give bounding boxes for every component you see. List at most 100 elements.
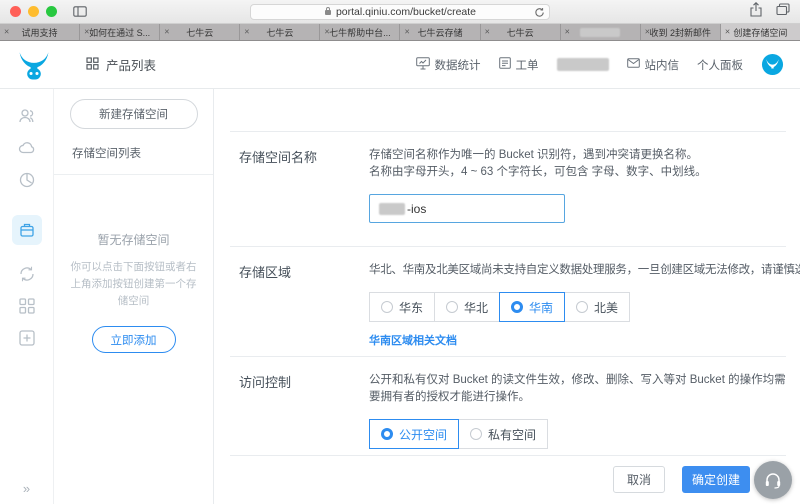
tab-close-icon[interactable]: ×	[164, 27, 169, 37]
radio-icon	[381, 301, 393, 313]
expand-rail-icon[interactable]: »	[23, 481, 30, 496]
nav-personal-panel[interactable]: 个人面板	[697, 57, 743, 73]
chart-monitor-icon	[415, 56, 430, 73]
tab-close-icon[interactable]: ×	[84, 27, 89, 37]
region-doc-link[interactable]: 华南区域相关文档	[369, 332, 457, 348]
nav-site-message[interactable]: 站内信	[626, 57, 680, 73]
redacted-text	[580, 27, 621, 37]
access-option-public[interactable]: 公开空间	[369, 419, 460, 449]
sidebar-toggle-icon[interactable]	[73, 6, 87, 17]
cdn-cloud-icon[interactable]	[12, 135, 42, 161]
cancel-button[interactable]: 取消	[613, 466, 665, 493]
product-list-label: 产品列表	[106, 59, 157, 73]
bucket-list-title: 存储空间列表	[72, 148, 141, 160]
minimize-window-button[interactable]	[28, 6, 39, 17]
bucket-sidebar: 新建存储空间 存储空间列表 暂无存储空间 你可以点击下面按钮或者右上角添加按钮创…	[54, 89, 214, 504]
grid-icon	[86, 56, 99, 73]
region-desc: 华北、华南及北美区域尚未支持自定义数据处理服务，一旦创建区域无法修改，请谨慎选择…	[369, 264, 800, 276]
fusion-refresh-icon[interactable]	[12, 261, 42, 287]
tabs-overview-icon[interactable]	[776, 2, 790, 21]
product-list-button[interactable]: 产品列表	[86, 55, 156, 74]
tab-close-icon[interactable]: ×	[725, 27, 730, 37]
browser-tab[interactable]: × 七牛帮助中台...	[320, 24, 401, 40]
browser-tab[interactable]: × 七牛云	[160, 24, 241, 40]
browser-tab[interactable]: × 七牛云	[240, 24, 321, 40]
browser-tab-redacted[interactable]: ×	[560, 24, 641, 40]
access-desc: 公开和私有仅对 Bucket 的读文件生效，修改、删除、写入等对 Bucket …	[369, 374, 786, 403]
close-window-button[interactable]	[10, 6, 21, 17]
qiniu-logo[interactable]	[16, 47, 52, 83]
nav-data-stats[interactable]: 数据统计	[415, 56, 481, 73]
toolbar-right-icons	[750, 1, 790, 22]
product-icon-rail: »	[0, 89, 54, 504]
browser-tab[interactable]: × 七牛云存储	[400, 24, 481, 40]
tab-close-icon[interactable]: ×	[324, 27, 329, 37]
statistics-pie-icon[interactable]	[12, 167, 42, 193]
page-body: » 新建存储空间 存储空间列表 暂无存储空间 你可以点击下面按钮或者右上角添加按…	[0, 89, 800, 504]
window-controls	[10, 6, 57, 17]
radio-icon	[446, 301, 459, 313]
reload-icon[interactable]	[534, 7, 545, 21]
empty-state-hint: 你可以点击下面按钮或者右上角添加按钮创建第一个存储空间	[70, 261, 197, 307]
bucket-name-input[interactable]: -ios	[369, 194, 565, 223]
bucket-name-suffix: -ios	[407, 201, 427, 216]
access-option-private[interactable]: 私有空间	[458, 419, 549, 449]
browser-tab-active[interactable]: × 创建存储空间	[720, 24, 800, 40]
region-option-huabei[interactable]: 华北	[434, 292, 501, 322]
radio-label: 北美	[594, 300, 619, 315]
radio-icon	[470, 428, 483, 440]
apps-grid-icon[interactable]	[12, 293, 42, 319]
account-avatar[interactable]	[761, 53, 784, 76]
radio-icon	[576, 301, 589, 313]
url-text: portal.qiniu.com/bucket/create	[335, 6, 477, 18]
nav-label: 个人面板	[697, 59, 743, 72]
tab-label: 七牛云	[186, 27, 214, 38]
radio-label: 私有空间	[488, 427, 537, 442]
tab-close-icon[interactable]: ×	[565, 27, 570, 37]
form-actions: 取消 确定创建	[230, 455, 786, 504]
confirm-create-button[interactable]: 确定创建	[682, 466, 750, 493]
browser-toolbar: portal.qiniu.com/bucket/create	[0, 0, 800, 24]
browser-tab[interactable]: × 收到 2封新邮件	[640, 24, 721, 40]
radio-label: 华北	[464, 300, 489, 315]
section-label: 存储空间名称	[239, 150, 318, 165]
tab-close-icon[interactable]: ×	[4, 27, 9, 37]
storage-bucket-icon[interactable]	[11, 215, 42, 245]
region-radio-group: 华东 华北 华南 北美	[369, 292, 786, 322]
radio-icon	[511, 301, 524, 313]
section-bucket-name: 存储空间名称 存储空间名称作为唯一的 Bucket 识别符，遇到冲突请更换名称。…	[230, 131, 786, 246]
help-support-button[interactable]	[754, 461, 792, 499]
region-option-huanan[interactable]: 华南	[499, 292, 566, 322]
nav-label: 工单	[515, 59, 539, 72]
nav-label: 站内信	[644, 59, 680, 72]
nav-label: 数据统计	[434, 59, 481, 72]
zoom-window-button[interactable]	[46, 6, 57, 17]
tab-close-icon[interactable]: ×	[485, 27, 490, 37]
radio-icon	[381, 428, 393, 440]
nav-ticket[interactable]: 工单	[498, 57, 539, 73]
tab-close-icon[interactable]: ×	[404, 27, 409, 37]
tab-label: 七牛云	[506, 27, 534, 38]
users-icon[interactable]	[12, 103, 42, 129]
section-storage-region: 存储区域 华北、华南及北美区域尚未支持自定义数据处理服务，一旦创建区域无法修改，…	[230, 246, 800, 356]
tab-label: 七牛云存储	[417, 27, 463, 38]
region-option-huadong[interactable]: 华东	[369, 292, 436, 322]
section-label: 访问控制	[239, 375, 292, 390]
share-icon[interactable]	[750, 1, 762, 22]
browser-tab[interactable]: × 如何在通过 S...	[80, 24, 161, 40]
radio-label: 华南	[529, 300, 554, 315]
address-bar[interactable]: portal.qiniu.com/bucket/create	[250, 4, 550, 20]
empty-state-title: 暂无存储空间	[97, 233, 170, 247]
new-bucket-button[interactable]: 新建存储空间	[69, 99, 198, 129]
add-now-button[interactable]: 立即添加	[91, 326, 176, 353]
add-product-icon[interactable]	[12, 325, 42, 351]
region-option-beimei[interactable]: 北美	[564, 292, 631, 322]
headset-icon	[765, 473, 781, 489]
browser-tab[interactable]: × 七牛云	[480, 24, 561, 40]
tab-close-icon[interactable]: ×	[645, 27, 650, 37]
section-access-control: 访问控制 公开和私有仅对 Bucket 的读文件生效，修改、删除、写入等对 Bu…	[230, 356, 786, 455]
tab-close-icon[interactable]: ×	[244, 27, 249, 37]
browser-tab[interactable]: × 试用支持	[0, 24, 81, 40]
redacted-text	[556, 58, 609, 71]
